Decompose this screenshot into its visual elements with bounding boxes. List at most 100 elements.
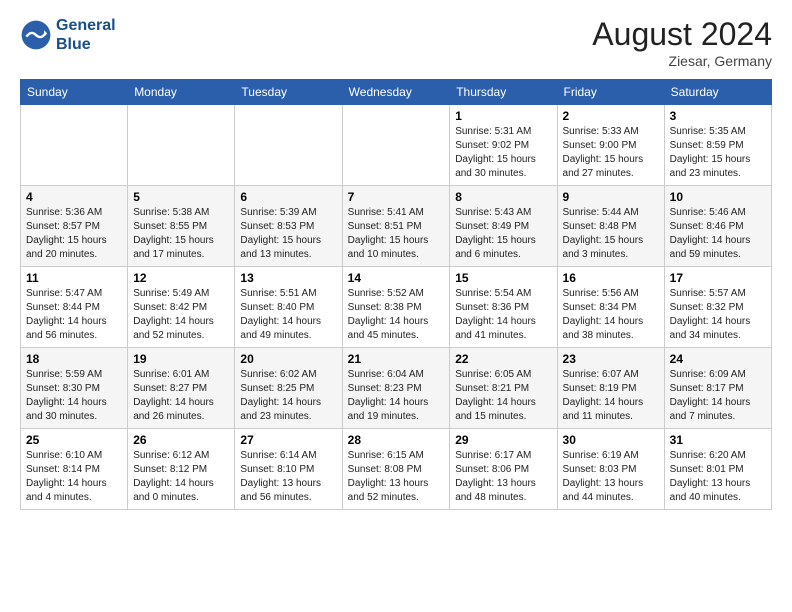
logo: General Blue bbox=[20, 16, 116, 54]
logo-text: General Blue bbox=[56, 16, 116, 54]
day-info: Sunrise: 5:51 AMSunset: 8:40 PMDaylight:… bbox=[240, 287, 336, 343]
day-info: Sunrise: 5:35 AMSunset: 8:59 PMDaylight:… bbox=[670, 125, 766, 181]
calendar-cell: 14 Sunrise: 5:52 AMSunset: 8:38 PMDayligh… bbox=[342, 267, 450, 348]
day-number: 13 bbox=[240, 271, 336, 285]
location: Ziesar, Germany bbox=[592, 53, 772, 69]
calendar-cell: 8 Sunrise: 5:43 AMSunset: 8:49 PMDaylight… bbox=[450, 186, 557, 267]
day-number: 8 bbox=[455, 190, 551, 204]
day-info: Sunrise: 5:43 AMSunset: 8:49 PMDaylight:… bbox=[455, 206, 551, 262]
day-number: 14 bbox=[348, 271, 445, 285]
day-info: Sunrise: 5:59 AMSunset: 8:30 PMDaylight:… bbox=[26, 368, 122, 424]
day-info: Sunrise: 5:56 AMSunset: 8:34 PMDaylight:… bbox=[563, 287, 659, 343]
calendar-cell: 20Sunrise: 6:02 AMSunset: 8:25 PMDayligh… bbox=[235, 348, 342, 429]
header: General Blue August 2024 Ziesar, Germany bbox=[20, 16, 772, 69]
calendar-cell: 3 Sunrise: 5:35 AMSunset: 8:59 PMDaylight… bbox=[664, 105, 771, 186]
day-number: 6 bbox=[240, 190, 336, 204]
calendar-cell: 26Sunrise: 6:12 AMSunset: 8:12 PMDayligh… bbox=[128, 429, 235, 510]
calendar-cell: 15 Sunrise: 5:54 AMSunset: 8:36 PMDayligh… bbox=[450, 267, 557, 348]
calendar-cell: 22 Sunrise: 6:05 AMSunset: 8:21 PMDayligh… bbox=[450, 348, 557, 429]
calendar-cell: 24Sunrise: 6:09 AMSunset: 8:17 PMDayligh… bbox=[664, 348, 771, 429]
weekday-header-tuesday: Tuesday bbox=[235, 80, 342, 105]
weekday-header-saturday: Saturday bbox=[664, 80, 771, 105]
calendar-cell: 5Sunrise: 5:38 AMSunset: 8:55 PMDaylight… bbox=[128, 186, 235, 267]
logo-icon bbox=[20, 19, 52, 51]
weekday-header-friday: Friday bbox=[557, 80, 664, 105]
calendar-cell: 2 Sunrise: 5:33 AMSunset: 9:00 PMDaylight… bbox=[557, 105, 664, 186]
calendar-cell: 25 Sunrise: 6:10 AMSunset: 8:14 PMDayligh… bbox=[21, 429, 128, 510]
calendar-cell: 7Sunrise: 5:41 AMSunset: 8:51 PMDaylight… bbox=[342, 186, 450, 267]
day-info: Sunrise: 6:04 AMSunset: 8:23 PMDaylight:… bbox=[348, 368, 445, 424]
day-info: Sunrise: 5:39 AMSunset: 8:53 PMDaylight:… bbox=[240, 206, 336, 262]
day-number: 30 bbox=[563, 433, 659, 447]
day-number: 4 bbox=[26, 190, 122, 204]
day-number: 21 bbox=[348, 352, 445, 366]
day-info: Sunrise: 5:54 AMSunset: 8:36 PMDaylight:… bbox=[455, 287, 551, 343]
calendar-week-row: 1 Sunrise: 5:31 AMSunset: 9:02 PMDaylight… bbox=[21, 105, 772, 186]
calendar-cell bbox=[21, 105, 128, 186]
calendar-cell: 17Sunrise: 5:57 AMSunset: 8:32 PMDayligh… bbox=[664, 267, 771, 348]
day-info: Sunrise: 6:09 AMSunset: 8:17 PMDaylight:… bbox=[670, 368, 766, 424]
calendar-table: SundayMondayTuesdayWednesdayThursdayFrid… bbox=[20, 79, 772, 510]
calendar-cell: 18 Sunrise: 5:59 AMSunset: 8:30 PMDayligh… bbox=[21, 348, 128, 429]
weekday-header-sunday: Sunday bbox=[21, 80, 128, 105]
weekday-header-thursday: Thursday bbox=[450, 80, 557, 105]
day-info: Sunrise: 6:07 AMSunset: 8:19 PMDaylight:… bbox=[563, 368, 659, 424]
day-info: Sunrise: 6:10 AMSunset: 8:14 PMDaylight:… bbox=[26, 449, 122, 505]
calendar-cell: 27Sunrise: 6:14 AMSunset: 8:10 PMDayligh… bbox=[235, 429, 342, 510]
day-number: 29 bbox=[455, 433, 551, 447]
month-year: August 2024 bbox=[592, 16, 772, 53]
day-number: 17 bbox=[670, 271, 766, 285]
day-number: 3 bbox=[670, 109, 766, 123]
day-number: 31 bbox=[670, 433, 766, 447]
day-info: Sunrise: 5:44 AMSunset: 8:48 PMDaylight:… bbox=[563, 206, 659, 262]
calendar-week-row: 4Sunrise: 5:36 AMSunset: 8:57 PMDaylight… bbox=[21, 186, 772, 267]
calendar-cell: 1 Sunrise: 5:31 AMSunset: 9:02 PMDaylight… bbox=[450, 105, 557, 186]
calendar-cell bbox=[235, 105, 342, 186]
calendar-cell: 23Sunrise: 6:07 AMSunset: 8:19 PMDayligh… bbox=[557, 348, 664, 429]
day-info: Sunrise: 5:47 AMSunset: 8:44 PMDaylight:… bbox=[26, 287, 122, 343]
day-number: 7 bbox=[348, 190, 445, 204]
weekday-header-monday: Monday bbox=[128, 80, 235, 105]
day-info: Sunrise: 6:12 AMSunset: 8:12 PMDaylight:… bbox=[133, 449, 229, 505]
day-number: 9 bbox=[563, 190, 659, 204]
calendar-cell bbox=[342, 105, 450, 186]
day-number: 22 bbox=[455, 352, 551, 366]
day-info: Sunrise: 5:52 AMSunset: 8:38 PMDaylight:… bbox=[348, 287, 445, 343]
page: General Blue August 2024 Ziesar, Germany… bbox=[0, 0, 792, 520]
day-info: Sunrise: 6:01 AMSunset: 8:27 PMDaylight:… bbox=[133, 368, 229, 424]
weekday-header-row: SundayMondayTuesdayWednesdayThursdayFrid… bbox=[21, 80, 772, 105]
day-number: 15 bbox=[455, 271, 551, 285]
day-number: 18 bbox=[26, 352, 122, 366]
day-info: Sunrise: 5:38 AMSunset: 8:55 PMDaylight:… bbox=[133, 206, 229, 262]
calendar-cell: 4Sunrise: 5:36 AMSunset: 8:57 PMDaylight… bbox=[21, 186, 128, 267]
calendar-week-row: 18 Sunrise: 5:59 AMSunset: 8:30 PMDayligh… bbox=[21, 348, 772, 429]
day-info: Sunrise: 6:19 AMSunset: 8:03 PMDaylight:… bbox=[563, 449, 659, 505]
day-number: 11 bbox=[26, 271, 122, 285]
day-info: Sunrise: 6:20 AMSunset: 8:01 PMDaylight:… bbox=[670, 449, 766, 505]
calendar-week-row: 25 Sunrise: 6:10 AMSunset: 8:14 PMDayligh… bbox=[21, 429, 772, 510]
day-info: Sunrise: 6:15 AMSunset: 8:08 PMDaylight:… bbox=[348, 449, 445, 505]
day-number: 2 bbox=[563, 109, 659, 123]
day-number: 16 bbox=[563, 271, 659, 285]
day-number: 1 bbox=[455, 109, 551, 123]
calendar-week-row: 11 Sunrise: 5:47 AMSunset: 8:44 PMDayligh… bbox=[21, 267, 772, 348]
day-number: 28 bbox=[348, 433, 445, 447]
calendar-cell: 11 Sunrise: 5:47 AMSunset: 8:44 PMDayligh… bbox=[21, 267, 128, 348]
day-info: Sunrise: 5:31 AMSunset: 9:02 PMDaylight:… bbox=[455, 125, 551, 181]
calendar-cell: 31 Sunrise: 6:20 AMSunset: 8:01 PMDayligh… bbox=[664, 429, 771, 510]
day-info: Sunrise: 6:05 AMSunset: 8:21 PMDaylight:… bbox=[455, 368, 551, 424]
day-info: Sunrise: 6:14 AMSunset: 8:10 PMDaylight:… bbox=[240, 449, 336, 505]
day-number: 25 bbox=[26, 433, 122, 447]
day-number: 20 bbox=[240, 352, 336, 366]
day-info: Sunrise: 5:33 AMSunset: 9:00 PMDaylight:… bbox=[563, 125, 659, 181]
calendar-cell: 29 Sunrise: 6:17 AMSunset: 8:06 PMDayligh… bbox=[450, 429, 557, 510]
day-info: Sunrise: 6:17 AMSunset: 8:06 PMDaylight:… bbox=[455, 449, 551, 505]
calendar-cell: 28 Sunrise: 6:15 AMSunset: 8:08 PMDayligh… bbox=[342, 429, 450, 510]
calendar-cell: 6 Sunrise: 5:39 AMSunset: 8:53 PMDaylight… bbox=[235, 186, 342, 267]
calendar-cell: 16 Sunrise: 5:56 AMSunset: 8:34 PMDayligh… bbox=[557, 267, 664, 348]
day-number: 12 bbox=[133, 271, 229, 285]
calendar-cell: 13 Sunrise: 5:51 AMSunset: 8:40 PMDayligh… bbox=[235, 267, 342, 348]
day-info: Sunrise: 5:46 AMSunset: 8:46 PMDaylight:… bbox=[670, 206, 766, 262]
calendar-cell: 9 Sunrise: 5:44 AMSunset: 8:48 PMDaylight… bbox=[557, 186, 664, 267]
calendar-cell: 19Sunrise: 6:01 AMSunset: 8:27 PMDayligh… bbox=[128, 348, 235, 429]
